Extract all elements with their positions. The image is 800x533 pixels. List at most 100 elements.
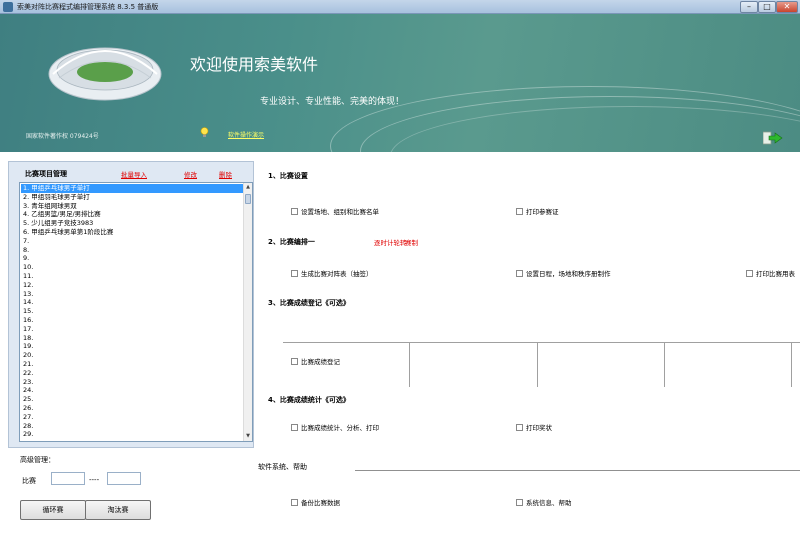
checkbox-icon[interactable] — [291, 270, 298, 277]
list-item[interactable]: 26. — [21, 404, 243, 413]
option-label: 打印奖状 — [526, 424, 552, 432]
list-item[interactable]: 6. 甲组乒乓球男单第1阶段比赛 — [21, 228, 243, 237]
list-item[interactable]: 14. — [21, 298, 243, 307]
print-table-option[interactable]: 打印比赛用表 — [746, 268, 795, 278]
print-cert-option[interactable]: 打印参赛证 — [516, 206, 559, 216]
round-to-input[interactable] — [107, 472, 141, 485]
list-item[interactable]: 22. — [21, 369, 243, 378]
maximize-button[interactable]: □ — [758, 1, 776, 13]
operation-demo-link[interactable]: 软件操作演示 — [228, 130, 264, 139]
backup-option[interactable]: 备份比赛数据 — [291, 497, 340, 507]
list-item[interactable]: 9. — [21, 254, 243, 263]
section-3-title: 3、比赛成绩登记《可选》 — [268, 299, 350, 307]
schedule-option[interactable]: 设置日程，场地和秩序册制作 — [516, 268, 611, 278]
scroll-up-icon[interactable]: ▲ — [244, 183, 252, 192]
event-list[interactable]: ▲ ▼ 1. 甲组乒乓球男子单打 2. 甲组羽毛球男子单打 3. 青年组网球男双 4.… — [19, 182, 253, 442]
checkbox-icon[interactable] — [291, 499, 298, 506]
list-item[interactable]: 15. — [21, 307, 243, 316]
list-item[interactable]: 27. — [21, 413, 243, 422]
list-item[interactable]: 29. — [21, 430, 243, 439]
draw-option[interactable]: 生成比赛对阵表（抽签） — [291, 268, 373, 278]
close-button[interactable]: ✕ — [776, 1, 798, 13]
list-item[interactable]: 24. — [21, 386, 243, 395]
list-item[interactable]: 25. — [21, 395, 243, 404]
exit-arrow-icon[interactable] — [763, 131, 783, 145]
batch-import-link[interactable]: 批量导入 — [121, 169, 147, 179]
system-info-option[interactable]: 系统信息、帮助 — [516, 497, 572, 507]
checkbox-icon[interactable] — [746, 270, 753, 277]
banner-slogan: 专业设计、专业性能、完美的体现！ — [260, 97, 405, 107]
round-robin-button[interactable]: 循环赛 — [20, 500, 86, 520]
checkbox-icon[interactable] — [291, 424, 298, 431]
list-item[interactable]: 8. — [21, 246, 243, 255]
list-item[interactable]: 2. 甲组羽毛球男子单打 — [21, 193, 243, 202]
stadium-logo — [48, 47, 162, 101]
list-item[interactable]: 18. — [21, 334, 243, 343]
section-1-title: 1、比赛设置 — [268, 172, 308, 180]
delete-link[interactable]: 删除 — [219, 169, 232, 179]
advanced-label: 高级管理： — [20, 456, 55, 464]
knockout-button[interactable]: 淘汰赛 — [85, 500, 151, 520]
section-4-title: 4、比赛成绩统计《可选》 — [268, 396, 350, 404]
round-from-input[interactable] — [51, 472, 85, 485]
checkbox-icon[interactable] — [516, 270, 523, 277]
section-2-title: 2、比赛编排一 — [268, 238, 315, 246]
stats-option[interactable]: 比赛成绩统计、分析、打印 — [291, 422, 379, 432]
banner-title: 欢迎使用索美软件 — [190, 55, 319, 74]
option-label: 打印参赛证 — [526, 208, 559, 216]
option-label: 打印比赛用表 — [756, 270, 795, 278]
checkbox-icon[interactable] — [291, 208, 298, 215]
option-label: 设置场地、组别和比赛名单 — [301, 208, 379, 216]
format-link[interactable]: 赛制 — [405, 237, 418, 247]
event-management-panel: 比赛项目管理 批量导入 修改 删除 ▲ ▼ 1. 甲组乒乓球男子单打 2. 甲组羽… — [8, 161, 254, 448]
rotation-link[interactable]: 逐时计轮转 — [374, 237, 407, 247]
grid-divider — [664, 342, 665, 387]
list-item[interactable]: 11. — [21, 272, 243, 281]
option-label: 生成比赛对阵表（抽签） — [301, 270, 373, 278]
list-item[interactable]: 21. — [21, 360, 243, 369]
list-item[interactable]: 4. 乙组男篮/男足/男排比赛 — [21, 210, 243, 219]
welcome-banner: 欢迎使用索美软件 专业设计、专业性能、完美的体现！ 国家软件著作权 079424… — [0, 14, 800, 152]
option-label: 设置日程，场地和秩序册制作 — [526, 270, 611, 278]
list-item[interactable]: 23. — [21, 378, 243, 387]
list-item[interactable]: 19. — [21, 342, 243, 351]
round-separator: ---- — [89, 476, 100, 484]
list-item[interactable]: 16. — [21, 316, 243, 325]
list-item[interactable]: 17. — [21, 325, 243, 334]
scroll-thumb[interactable] — [245, 194, 251, 204]
minimize-button[interactable]: – — [740, 1, 758, 13]
scroll-down-icon[interactable]: ▼ — [244, 432, 252, 441]
lightbulb-icon — [200, 127, 209, 137]
list-item[interactable]: 20. — [21, 351, 243, 360]
edit-link[interactable]: 修改 — [184, 169, 197, 179]
venue-setup-option[interactable]: 设置场地、组别和比赛名单 — [291, 206, 379, 216]
section-separator — [355, 470, 800, 471]
option-label: 备份比赛数据 — [301, 499, 340, 507]
register-option[interactable]: 比赛成绩登记 — [291, 356, 340, 366]
checkbox-icon[interactable] — [516, 424, 523, 431]
grid-divider — [409, 342, 410, 387]
checkbox-icon[interactable] — [516, 499, 523, 506]
list-item[interactable]: 12. — [21, 281, 243, 290]
panel-title: 比赛项目管理 — [25, 170, 67, 178]
grid-divider — [791, 342, 792, 387]
list-item[interactable]: 5. 少儿组男子竞技3983 — [21, 219, 243, 228]
list-item[interactable]: 13. — [21, 290, 243, 299]
list-item[interactable]: 7. — [21, 237, 243, 246]
system-section-title: 软件系统、帮助 — [258, 463, 307, 471]
list-item[interactable]: 28. — [21, 422, 243, 431]
list-item[interactable]: 10. — [21, 263, 243, 272]
option-label: 系统信息、帮助 — [526, 499, 572, 507]
title-bar: 索美对阵比赛程式编排管理系统 8.3.5 普通版 – □ ✕ — [0, 0, 800, 14]
app-window: 索美对阵比赛程式编排管理系统 8.3.5 普通版 – □ ✕ 欢迎使用索美软件 … — [0, 0, 800, 533]
register-grid-top — [283, 342, 800, 343]
checkbox-icon[interactable] — [291, 358, 298, 365]
round-label: 比赛 — [22, 477, 36, 485]
certificate-option[interactable]: 打印奖状 — [516, 422, 552, 432]
checkbox-icon[interactable] — [516, 208, 523, 215]
list-item[interactable]: 3. 青年组网球男双 — [21, 202, 243, 211]
grid-divider — [537, 342, 538, 387]
list-item[interactable]: 1. 甲组乒乓球男子单打 — [21, 184, 243, 193]
app-icon — [3, 2, 13, 12]
vertical-scrollbar[interactable]: ▲ ▼ — [243, 183, 252, 441]
